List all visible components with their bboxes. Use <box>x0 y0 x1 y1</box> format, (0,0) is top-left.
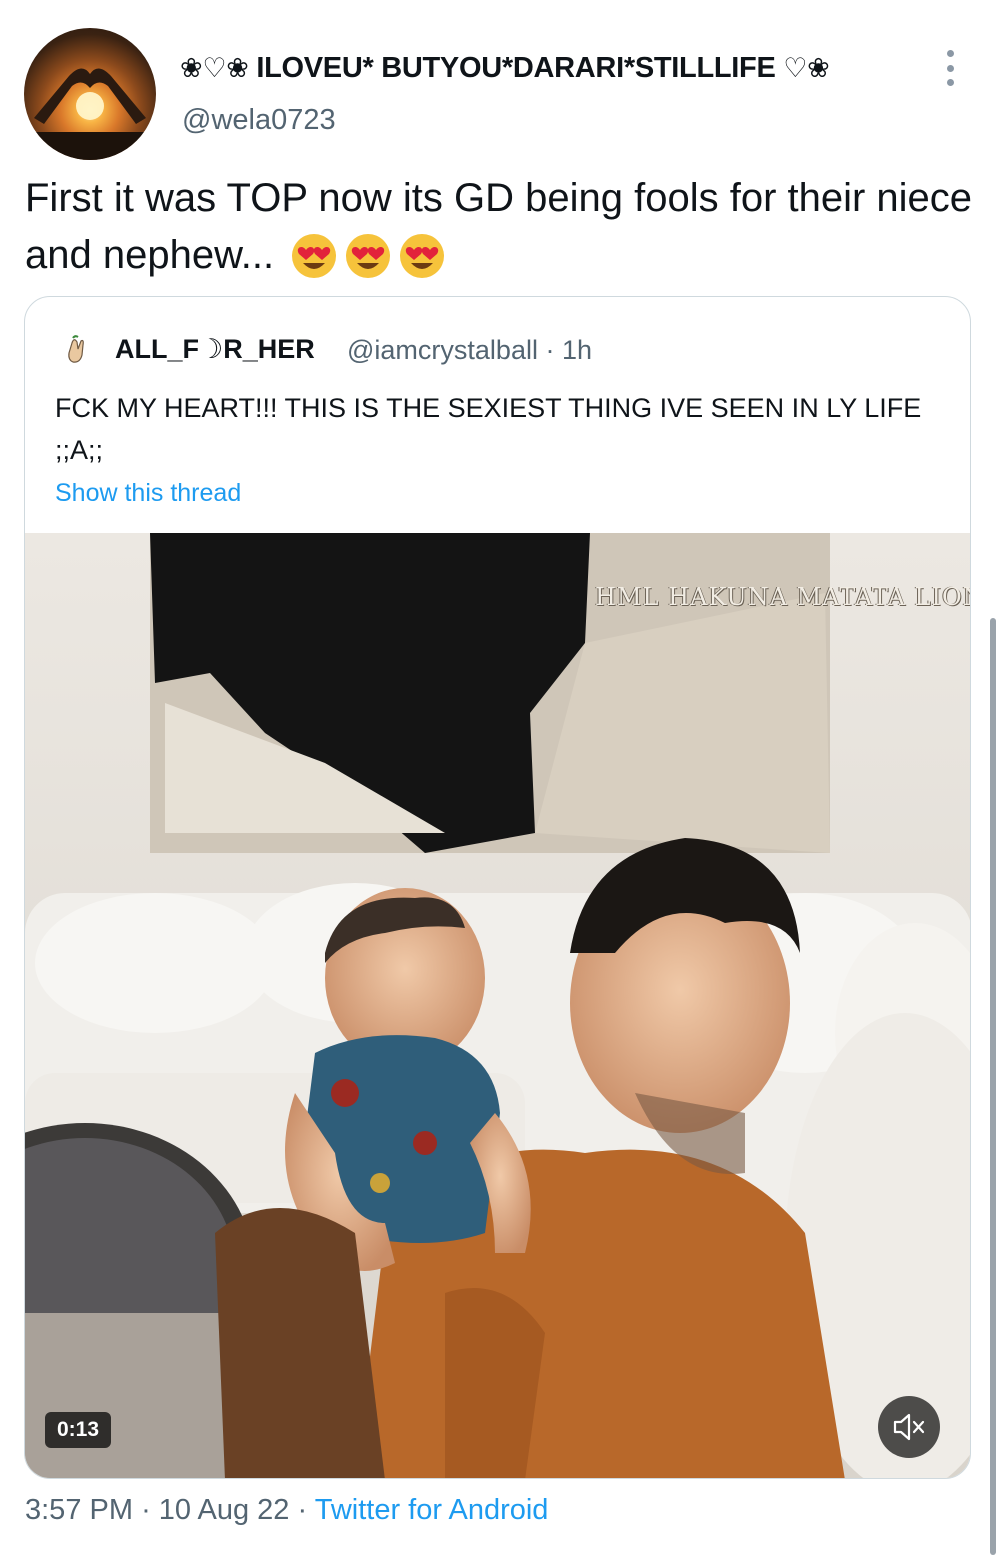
video-watermark: HML HAKUNA MATATA LIONS <box>595 583 971 611</box>
heart-eyes-emoji-icon <box>292 234 337 278</box>
video-player[interactable]: HML HAKUNA MATATA LIONS 0:13 <box>25 533 971 1478</box>
tweet-text-body: First it was TOP now its GD being fools … <box>25 176 973 277</box>
tweet-source-link[interactable]: Twitter for Android <box>315 1494 549 1526</box>
show-this-thread-link[interactable]: Show this thread <box>55 479 241 508</box>
heart-eyes-emoji-icon <box>400 234 445 278</box>
tweet-text: First it was TOP now its GD being fools … <box>25 170 975 284</box>
tweet-time[interactable]: 3:57 PM <box>25 1494 133 1526</box>
speaker-muted-icon <box>893 1413 925 1441</box>
name-decoration-right: ♡❀ <box>783 53 830 83</box>
mute-button[interactable] <box>878 1396 940 1458</box>
quoted-tweet-text: FCK MY HEART!!! THIS IS THE SEXIEST THIN… <box>55 393 922 465</box>
video-frame <box>25 533 970 1478</box>
video-duration: 0:13 <box>45 1412 112 1448</box>
quoted-handle-time: @iamcrystalball · 1h <box>347 335 592 365</box>
hand-crossed-fingers-icon <box>68 335 84 363</box>
tweet-metadata: 3:57 PM · 10 Aug 22 · Twitter for Androi… <box>25 1494 548 1527</box>
author-avatar[interactable] <box>24 28 156 160</box>
sunset-heart-hands-icon <box>24 68 156 160</box>
author-display-name-text: ILOVEU* BUTYOU*DARARI*STILLLIFE <box>256 52 776 84</box>
author-handle[interactable]: @wela0723 <box>182 104 336 137</box>
more-options-icon[interactable] <box>940 50 960 86</box>
quoted-display-name[interactable]: ALL_F☽R_HER <box>115 334 315 365</box>
heart-eyes-emoji-icon <box>346 234 391 278</box>
scrollbar[interactable] <box>990 618 996 1555</box>
tweet-date[interactable]: 10 Aug 22 <box>159 1494 290 1526</box>
name-decoration-left: ❀♡❀ <box>180 53 249 83</box>
meta-separator: · <box>141 1494 151 1526</box>
author-display-name[interactable]: ❀♡❀ ILOVEU* BUTYOU*DARARI*STILLLIFE ♡❀ <box>180 52 830 85</box>
quoted-tweet-card[interactable]: ALL_F☽R_HER @iamcrystalball · 1h FCK MY … <box>24 296 971 1479</box>
meta-separator: · <box>297 1494 308 1526</box>
